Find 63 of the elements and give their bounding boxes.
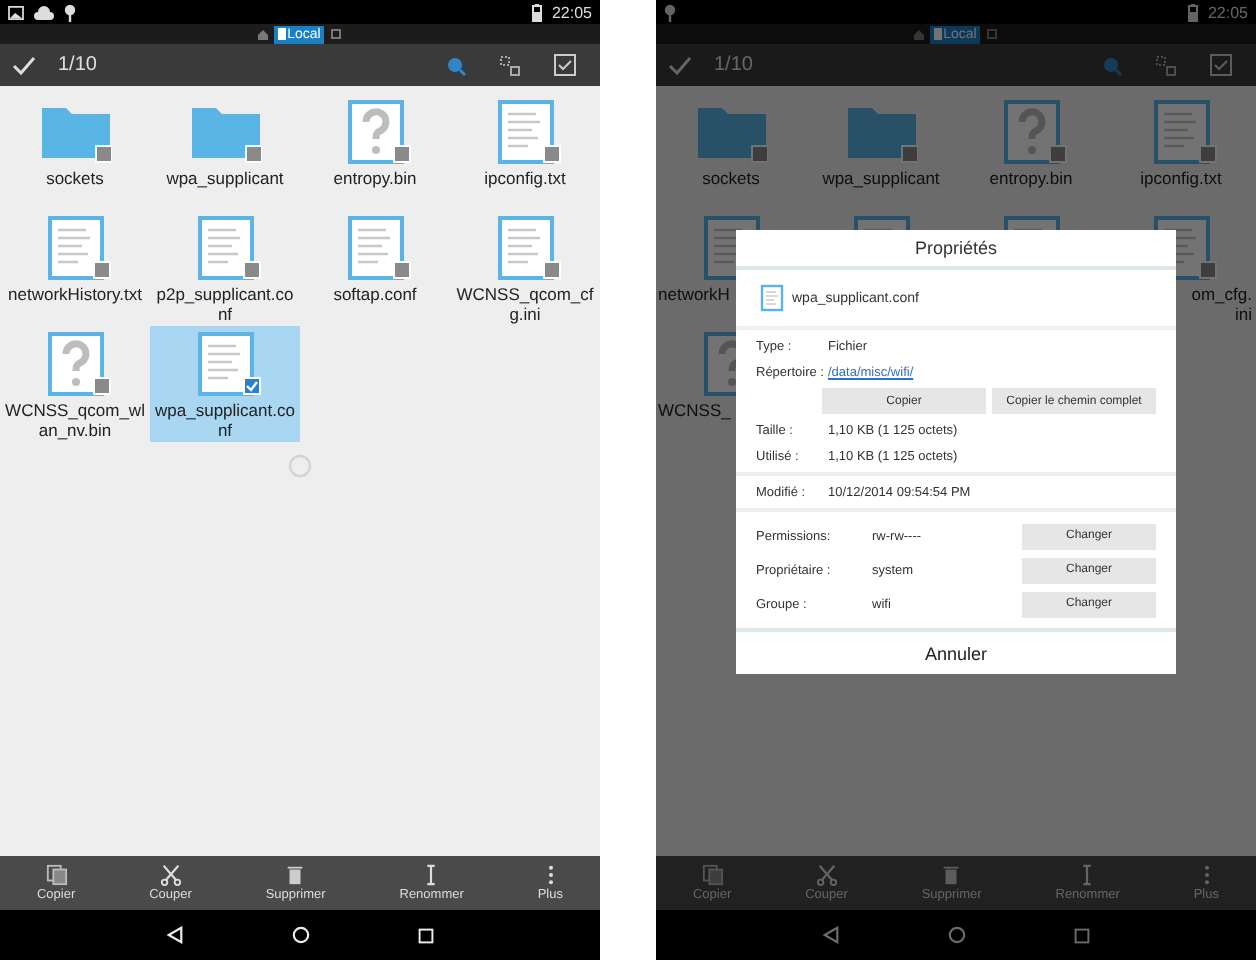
selection-count: 1/10 [714, 54, 753, 76]
file-item[interactable]: entropy.bin [300, 94, 450, 210]
file-name: ipconfig.txt [1138, 168, 1224, 188]
file-name: wpa_supplicant.conf [153, 400, 297, 440]
check-icon[interactable] [12, 55, 36, 75]
trash-icon [284, 864, 307, 886]
storage-icon [986, 28, 999, 40]
select-all-icon[interactable] [554, 54, 576, 76]
phone-icon [933, 28, 942, 40]
file-item[interactable]: networkHistory.txt [0, 210, 150, 326]
cloud-icon [34, 5, 54, 19]
file-item[interactable]: wpa_supplicant [150, 94, 300, 210]
clock-time: 22:05 [1207, 3, 1248, 21]
file-item[interactable]: p2p_supplicant.conf [150, 210, 300, 326]
copy-icon [45, 864, 68, 886]
file-name: WCNSS_qcom_cfg.ini [454, 284, 596, 324]
clock-time: 22:05 [551, 3, 592, 21]
file-item[interactable]: WCNSS_qcom_wlan_nv.bin [0, 326, 150, 442]
file-name: om_cfg. ini [1189, 284, 1254, 324]
search-icon[interactable] [446, 55, 466, 75]
image-icon [8, 5, 24, 19]
file-name: softap.conf [331, 284, 419, 304]
file-item[interactable]: softap.conf [300, 210, 450, 326]
file-item[interactable]: WCNSS_qcom_cfg.ini [450, 210, 600, 326]
home-icon [257, 29, 268, 39]
file-name: WCNSS_qcom_wlan_nv.bin [3, 400, 147, 440]
file-name: networkHistory.txt [6, 284, 144, 304]
scissors-icon [815, 864, 838, 886]
battery-icon [1187, 3, 1198, 21]
location-pin-icon [664, 3, 676, 21]
file-name: sockets [700, 168, 762, 188]
home-button-icon[interactable] [292, 926, 310, 944]
file-item[interactable]: wpa_supplicant.conf [150, 326, 300, 442]
swap-selection-icon[interactable] [500, 55, 520, 75]
copy-icon [701, 864, 724, 886]
home-icon [913, 29, 924, 39]
back-icon[interactable] [166, 926, 184, 944]
location-pin-icon [64, 3, 76, 21]
file-item[interactable]: ipconfig.txt [1106, 94, 1256, 210]
file-name: entropy.bin [331, 168, 419, 188]
swap-selection-icon[interactable] [1156, 55, 1176, 75]
dialog-title: Propriétés [736, 230, 1176, 270]
file-name: wpa_supplicant [820, 168, 942, 188]
file-item[interactable]: sockets [656, 94, 806, 210]
check-icon[interactable] [668, 55, 692, 75]
file-item[interactable]: wpa_supplicant [806, 94, 956, 210]
file-item[interactable]: sockets [0, 94, 150, 210]
file-name: WCNSS_ [656, 400, 733, 420]
file-name: ipconfig.txt [482, 168, 568, 188]
phone-icon [277, 28, 286, 40]
battery-icon [531, 3, 542, 21]
storage-icon [330, 28, 343, 40]
file-name: sockets [44, 168, 106, 188]
selection-count: 1/10 [58, 54, 97, 76]
file-item[interactable]: ipconfig.txt [450, 94, 600, 210]
scissors-icon [159, 864, 182, 886]
file-item[interactable]: entropy.bin [956, 94, 1106, 210]
trash-icon [940, 864, 963, 886]
file-name: entropy.bin [987, 168, 1075, 188]
file-name: p2p_supplicant.conf [154, 284, 296, 324]
file-name: networkH [656, 284, 732, 304]
file-name: wpa_supplicant [164, 168, 286, 188]
recent-apps-icon[interactable] [418, 927, 434, 943]
